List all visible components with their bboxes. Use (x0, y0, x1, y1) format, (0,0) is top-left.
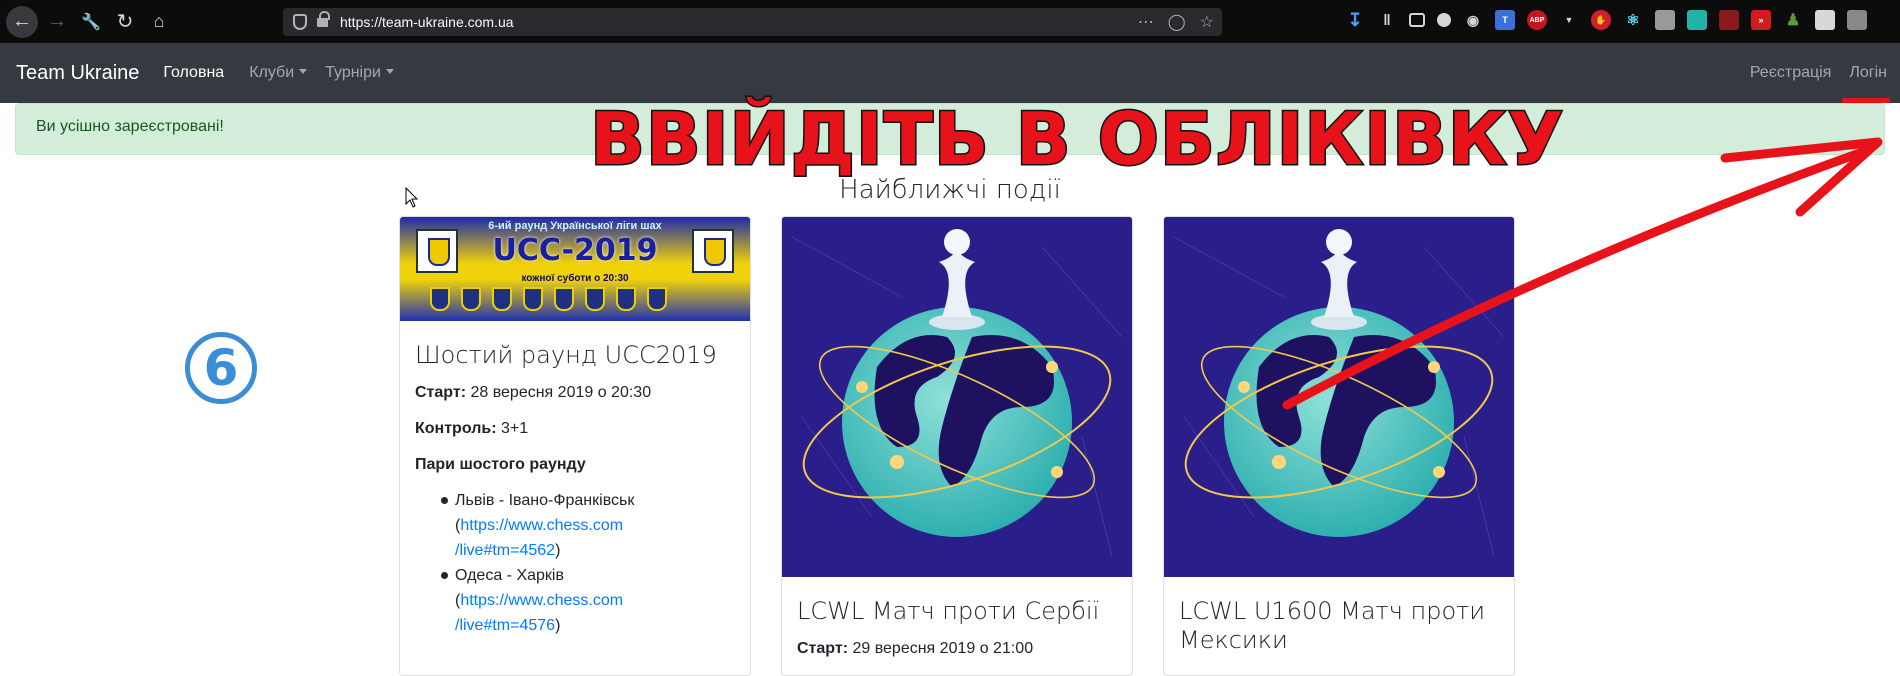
arrow-icon (1282, 145, 1873, 410)
mouse-cursor-icon (405, 187, 419, 208)
arrow-overlay (1282, 137, 1883, 410)
